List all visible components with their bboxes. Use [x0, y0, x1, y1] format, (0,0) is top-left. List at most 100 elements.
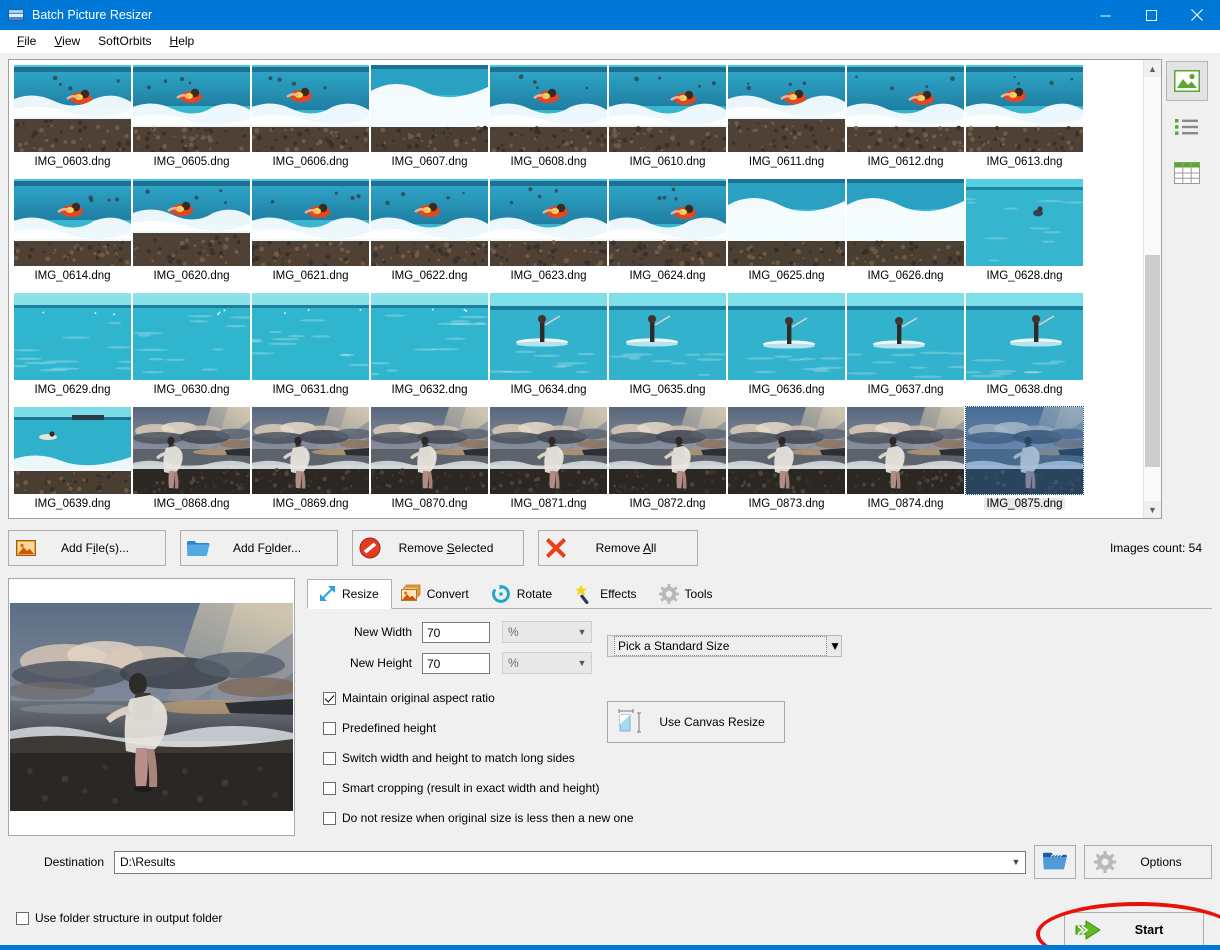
thumbnail-image[interactable]: [14, 293, 131, 380]
new-height-unit-select[interactable]: % ▼: [502, 652, 592, 674]
thumbnail-image[interactable]: [847, 65, 964, 152]
thumbnail-item[interactable]: IMG_0607.dng: [370, 65, 489, 179]
resize-option-checkbox[interactable]: [323, 752, 336, 765]
thumbnail-image[interactable]: [490, 65, 607, 152]
thumbnail-item[interactable]: IMG_0636.dng: [727, 293, 846, 407]
thumbnail-list-panel[interactable]: IMG_0603.dngIMG_0605.dngIMG_0606.dngIMG_…: [8, 59, 1162, 519]
thumbnail-item[interactable]: IMG_0621.dng: [251, 179, 370, 293]
thumbnail-item[interactable]: IMG_0614.dng: [13, 179, 132, 293]
menu-item-help[interactable]: Help: [161, 32, 204, 50]
thumbnail-image[interactable]: [252, 293, 369, 380]
new-width-unit-select[interactable]: % ▼: [502, 621, 592, 643]
close-icon[interactable]: [1174, 0, 1220, 30]
thumbnail-image[interactable]: [133, 407, 250, 494]
thumbnail-item[interactable]: IMG_0637.dng: [846, 293, 965, 407]
thumbnail-image[interactable]: [133, 179, 250, 266]
thumbnail-item[interactable]: IMG_0605.dng: [132, 65, 251, 179]
scrollbar-thumb[interactable]: [1145, 255, 1160, 467]
thumbnail-image[interactable]: [490, 407, 607, 494]
new-height-input[interactable]: 70: [422, 653, 490, 674]
add-folder-button[interactable]: Add Folder...: [180, 530, 338, 566]
thumbnail-item[interactable]: IMG_0639.dng: [13, 407, 132, 518]
thumbnail-item[interactable]: IMG_0620.dng: [132, 179, 251, 293]
thumbnail-item[interactable]: IMG_0873.dng: [727, 407, 846, 518]
thumbnail-image[interactable]: [371, 293, 488, 380]
destination-input[interactable]: D:\Results ▼: [114, 851, 1026, 874]
tab-convert[interactable]: Convert: [392, 579, 482, 608]
thumbnail-item[interactable]: IMG_0624.dng: [608, 179, 727, 293]
thumbnail-item[interactable]: IMG_0630.dng: [132, 293, 251, 407]
scroll-down-icon[interactable]: ▼: [1144, 501, 1161, 518]
thumbnail-item[interactable]: IMG_0623.dng: [489, 179, 608, 293]
thumbnail-item[interactable]: IMG_0872.dng: [608, 407, 727, 518]
use-canvas-resize-button[interactable]: Use Canvas Resize: [607, 701, 785, 743]
use-folder-structure-checkbox[interactable]: [16, 912, 29, 925]
thumbnail-image[interactable]: [966, 293, 1083, 380]
thumbnail-image[interactable]: [609, 65, 726, 152]
thumbnail-image[interactable]: [252, 179, 369, 266]
resize-option-row[interactable]: Do not resize when original size is less…: [323, 803, 1212, 833]
menu-item-view[interactable]: View: [45, 32, 89, 50]
thumbnail-item[interactable]: IMG_0608.dng: [489, 65, 608, 179]
thumbnail-image[interactable]: [728, 65, 845, 152]
thumbnail-item[interactable]: IMG_0622.dng: [370, 179, 489, 293]
thumbnail-item[interactable]: IMG_0625.dng: [727, 179, 846, 293]
chevron-down-icon[interactable]: ▼: [1007, 857, 1025, 867]
new-width-input[interactable]: 70: [422, 622, 490, 643]
thumbnail-image[interactable]: [14, 65, 131, 152]
tab-effects[interactable]: Effects: [565, 579, 649, 608]
thumbnail-image[interactable]: [847, 407, 964, 494]
scrollbar-track[interactable]: [1144, 77, 1161, 501]
thumbnail-image[interactable]: [133, 293, 250, 380]
thumbnail-image[interactable]: [371, 179, 488, 266]
thumbnail-item[interactable]: IMG_0629.dng: [13, 293, 132, 407]
thumbnail-image[interactable]: [252, 407, 369, 494]
thumbnail-image[interactable]: [966, 179, 1083, 266]
resize-option-checkbox[interactable]: [323, 782, 336, 795]
scroll-up-icon[interactable]: ▲: [1144, 60, 1161, 77]
thumbnail-image[interactable]: [490, 293, 607, 380]
thumbnail-image[interactable]: [14, 179, 131, 266]
thumbnail-image[interactable]: [609, 407, 726, 494]
remove-all-button[interactable]: Remove All: [538, 530, 698, 566]
resize-option-row[interactable]: Switch width and height to match long si…: [323, 743, 1212, 773]
tab-resize[interactable]: Resize: [307, 579, 392, 609]
thumbnail-item[interactable]: IMG_0612.dng: [846, 65, 965, 179]
thumbnail-image[interactable]: [966, 407, 1083, 494]
thumbnail-image[interactable]: [14, 407, 131, 494]
thumbnail-item[interactable]: IMG_0631.dng: [251, 293, 370, 407]
maximize-icon[interactable]: [1128, 0, 1174, 30]
thumbnail-image[interactable]: [728, 179, 845, 266]
thumbnail-scrollbar[interactable]: ▲ ▼: [1143, 60, 1161, 518]
thumbnail-view-icon[interactable]: [1166, 61, 1208, 101]
thumbnail-image[interactable]: [371, 407, 488, 494]
thumbnail-item[interactable]: IMG_0610.dng: [608, 65, 727, 179]
thumbnail-image[interactable]: [847, 179, 964, 266]
remove-selected-button[interactable]: Remove Selected: [352, 530, 524, 566]
thumbnail-image[interactable]: [133, 65, 250, 152]
thumbnail-image[interactable]: [966, 65, 1083, 152]
thumbnail-item[interactable]: IMG_0638.dng: [965, 293, 1084, 407]
menu-item-file[interactable]: File: [8, 32, 45, 50]
thumbnail-item[interactable]: IMG_0875.dng: [965, 407, 1084, 518]
thumbnail-item[interactable]: IMG_0603.dng: [13, 65, 132, 179]
thumbnail-item[interactable]: IMG_0634.dng: [489, 293, 608, 407]
resize-option-row[interactable]: Smart cropping (result in exact width an…: [323, 773, 1212, 803]
thumbnail-item[interactable]: IMG_0626.dng: [846, 179, 965, 293]
thumbnail-item[interactable]: IMG_0632.dng: [370, 293, 489, 407]
thumbnail-image[interactable]: [728, 407, 845, 494]
thumbnail-item[interactable]: IMG_0871.dng: [489, 407, 608, 518]
minimize-icon[interactable]: [1082, 0, 1128, 30]
list-view-icon[interactable]: [1166, 107, 1208, 147]
thumbnail-item[interactable]: IMG_0869.dng: [251, 407, 370, 518]
thumbnail-image[interactable]: [252, 65, 369, 152]
menu-item-softorbits[interactable]: SoftOrbits: [89, 32, 160, 50]
use-folder-structure-row[interactable]: Use folder structure in output folder: [16, 907, 222, 929]
resize-option-checkbox[interactable]: [323, 692, 336, 705]
tab-tools[interactable]: Tools: [650, 579, 726, 608]
thumbnail-image[interactable]: [609, 179, 726, 266]
thumbnail-item[interactable]: IMG_0870.dng: [370, 407, 489, 518]
resize-option-checkbox[interactable]: [323, 812, 336, 825]
thumbnail-item[interactable]: IMG_0613.dng: [965, 65, 1084, 179]
add-files-button[interactable]: Add File(s)...: [8, 530, 166, 566]
